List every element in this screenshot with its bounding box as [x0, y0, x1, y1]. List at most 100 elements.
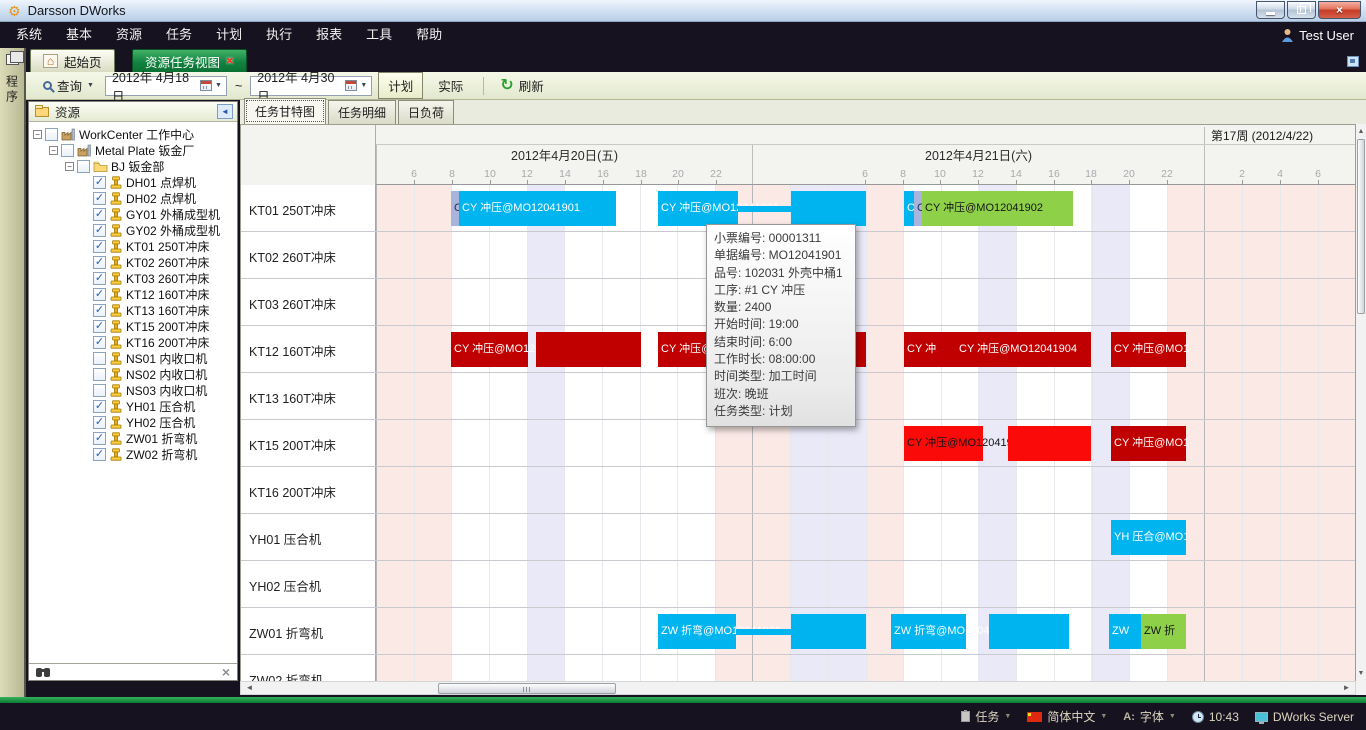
collapsed-panel-strip[interactable]: 程序	[0, 48, 26, 697]
checkbox[interactable]: ✓	[93, 304, 106, 317]
checkbox[interactable]: ✓	[93, 176, 106, 189]
tree-item[interactable]: −WorkCenter 工作中心	[29, 126, 237, 142]
view-tab-2[interactable]: 日负荷	[398, 100, 454, 124]
tab-close-icon[interactable]: ×	[226, 55, 234, 67]
gantt-bar[interactable]: CY 冲压@MO12041901	[459, 191, 616, 226]
gantt-bar[interactable]	[791, 614, 866, 649]
horizontal-scrollbar[interactable]: ◄ ►	[240, 681, 1356, 695]
status-item-fontA[interactable]: A:字体▼	[1123, 708, 1176, 725]
gantt-bar[interactable]: CY 冲压@MO1	[1111, 426, 1186, 461]
gantt-bar[interactable]: ZW	[1109, 614, 1141, 649]
checkbox[interactable]	[45, 128, 58, 141]
checkbox[interactable]	[93, 352, 106, 365]
checkbox[interactable]: ✓	[93, 400, 106, 413]
gantt-bar[interactable]	[791, 191, 866, 226]
menu-item[interactable]: 资源	[104, 22, 154, 48]
checkbox[interactable]: ✓	[93, 336, 106, 349]
checkbox[interactable]: ✓	[93, 240, 106, 253]
vertical-scrollbar[interactable]: ▲ ▼	[1356, 124, 1366, 695]
window-list-icon[interactable]	[1347, 56, 1359, 67]
clear-icon[interactable]: ×	[222, 666, 230, 678]
checkbox[interactable]	[77, 160, 90, 173]
close-button[interactable]: ×	[1318, 1, 1361, 19]
gantt-bar[interactable]: C	[904, 191, 914, 226]
checkbox[interactable]: ✓	[93, 192, 106, 205]
menu-item[interactable]: 系统	[4, 22, 54, 48]
gantt-bar[interactable]	[736, 629, 791, 635]
checkbox[interactable]: ✓	[93, 448, 106, 461]
restore-button[interactable]	[1287, 1, 1316, 19]
gantt-bar[interactable]: CY 冲压@MO12041903	[904, 426, 983, 461]
gantt-bar[interactable]: CY 冲压@MO1	[1111, 332, 1186, 367]
checkbox[interactable]	[61, 144, 74, 157]
checkbox[interactable]: ✓	[93, 320, 106, 333]
gantt-bar[interactable]: CY 冲压@MO12041902	[922, 191, 1073, 226]
tree-item[interactable]: ✓ZW01 折弯机	[29, 430, 237, 446]
menu-item[interactable]: 报表	[304, 22, 354, 48]
tree-item[interactable]: ✓KT15 200T冲床	[29, 318, 237, 334]
checkbox[interactable]: ✓	[93, 256, 106, 269]
status-item-server[interactable]: DWorks Server	[1255, 710, 1354, 724]
tree-item[interactable]: ✓ZW02 折弯机	[29, 446, 237, 462]
horizontal-scroll-thumb[interactable]	[438, 683, 616, 694]
checkbox[interactable]	[93, 384, 106, 397]
menu-item[interactable]: 执行	[254, 22, 304, 48]
gantt-bar[interactable]	[536, 332, 641, 367]
gantt-bar[interactable]: CY 冲压@MO12041901	[658, 191, 738, 226]
status-item-flag[interactable]: 简体中文▼	[1027, 708, 1107, 725]
tree-item[interactable]: ✓KT12 160T冲床	[29, 286, 237, 302]
tree-item[interactable]: ✓YH02 压合机	[29, 414, 237, 430]
plan-toggle[interactable]: 计划	[378, 72, 423, 99]
tree-expander-icon[interactable]: −	[49, 146, 58, 155]
gantt-bar[interactable]: ZW 折弯@MO12041901	[658, 614, 736, 649]
tree-item[interactable]: −Metal Plate 钣金厂	[29, 142, 237, 158]
find-icon[interactable]	[36, 668, 42, 677]
minimize-button[interactable]	[1256, 1, 1285, 19]
gantt-bar[interactable]: CY 冲压@MO12041904	[451, 332, 528, 367]
gantt-bar[interactable]	[1008, 426, 1091, 461]
tree-expander-icon[interactable]: −	[65, 162, 74, 171]
gantt-bar[interactable]: C	[914, 191, 922, 226]
tree-item[interactable]: ✓KT13 160T冲床	[29, 302, 237, 318]
tree-item[interactable]: ✓GY01 外桶成型机	[29, 206, 237, 222]
menu-item[interactable]: 任务	[154, 22, 204, 48]
tree-item[interactable]: ✓DH02 点焊机	[29, 190, 237, 206]
vertical-scroll-thumb[interactable]	[1357, 139, 1365, 314]
user-indicator[interactable]: Test User	[1281, 22, 1354, 48]
tree-item[interactable]: ✓YH01 压合机	[29, 398, 237, 414]
date-to-field[interactable]: 2012年 4月30日 ▼	[250, 76, 372, 96]
view-tab-1[interactable]: 任务明细	[328, 100, 396, 124]
checkbox[interactable]: ✓	[93, 416, 106, 429]
checkbox[interactable]: ✓	[93, 432, 106, 445]
tree-item[interactable]: NS01 内收口机	[29, 350, 237, 366]
date-from-field[interactable]: 2012年 4月18日 ▼	[105, 76, 227, 96]
scroll-right-icon[interactable]: ►	[1339, 682, 1354, 694]
tree-item[interactable]: ✓GY02 外桶成型机	[29, 222, 237, 238]
tree-item[interactable]: ✓KT16 200T冲床	[29, 334, 237, 350]
checkbox[interactable]: ✓	[93, 208, 106, 221]
tree-item[interactable]: ✓KT01 250T冲床	[29, 238, 237, 254]
gantt-bar[interactable]	[738, 206, 791, 212]
refresh-button[interactable]: ↻ 刷新	[495, 73, 548, 98]
menu-item[interactable]: 基本	[54, 22, 104, 48]
view-tab-0[interactable]: 任务甘特图	[244, 98, 326, 124]
checkbox[interactable]: ✓	[93, 288, 106, 301]
tree-item[interactable]: ✓KT02 260T冲床	[29, 254, 237, 270]
tree-item[interactable]: ✓DH01 点焊机	[29, 174, 237, 190]
checkbox[interactable]: ✓	[93, 272, 106, 285]
menu-item[interactable]: 帮助	[404, 22, 454, 48]
menu-item[interactable]: 工具	[354, 22, 404, 48]
query-button[interactable]: 查询 ▼	[38, 73, 99, 98]
gantt-bar[interactable]: CY 冲压@MO12041904	[956, 332, 1091, 367]
menu-item[interactable]: 计划	[204, 22, 254, 48]
scroll-up-icon[interactable]: ▲	[1356, 125, 1366, 138]
status-item-clipboard[interactable]: 任务▼	[961, 708, 1011, 725]
checkbox[interactable]: ✓	[93, 224, 106, 237]
gantt-bar[interactable]: ZW 折	[1141, 614, 1186, 649]
collapse-panel-button[interactable]: ◄	[217, 104, 233, 119]
actual-toggle[interactable]: 实际	[429, 73, 472, 98]
gantt-bar[interactable]: YH 压合@MO1	[1111, 520, 1186, 555]
gantt-bar[interactable]: ZW 折弯@MO12041901	[891, 614, 966, 649]
checkbox[interactable]	[93, 368, 106, 381]
tab-home[interactable]: ⌂ 起始页	[30, 49, 115, 72]
